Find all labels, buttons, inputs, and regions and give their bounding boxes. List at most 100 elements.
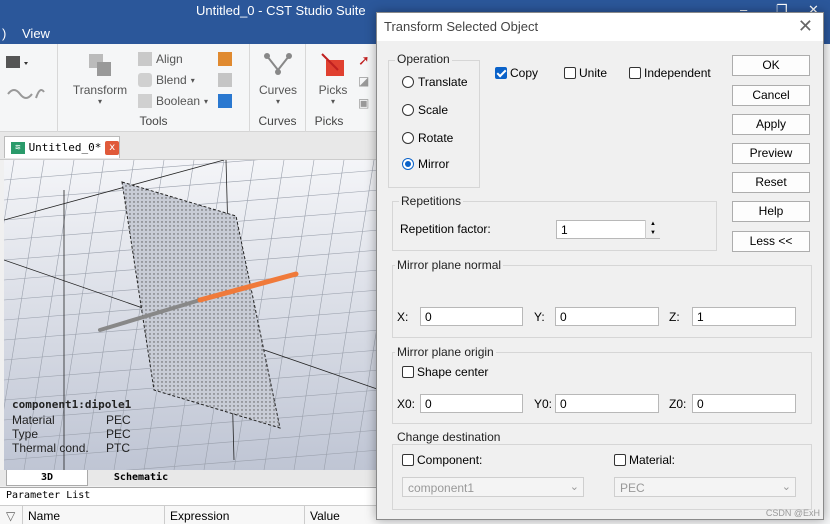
document-tab[interactable]: ≋ Untitled_0* x: [4, 136, 120, 158]
preview-button[interactable]: Preview: [732, 143, 810, 164]
ok-button[interactable]: OK: [732, 55, 810, 76]
app-title: Untitled_0 - CST Studio Suite: [196, 3, 366, 18]
boolean-button[interactable]: Boolean ▾: [138, 94, 208, 108]
dialog-close-icon[interactable]: ✕: [798, 16, 813, 37]
shape-tool-1-icon: [218, 52, 232, 66]
independent-checkbox-box[interactable]: [629, 67, 641, 79]
selection-component-name: component1:dipole1: [12, 398, 132, 411]
cancel-button[interactable]: Cancel: [732, 85, 810, 106]
radio-translate-circle[interactable]: [402, 76, 414, 88]
document-tab-close-icon[interactable]: x: [105, 140, 119, 155]
radio-scale[interactable]: Scale: [402, 103, 448, 117]
shape-tool-2[interactable]: [218, 73, 232, 90]
copy-checkbox-box[interactable]: [495, 67, 507, 79]
unite-checkbox[interactable]: Unite: [564, 66, 607, 80]
shape-tool-3[interactable]: [218, 94, 232, 111]
radio-translate[interactable]: Translate: [402, 75, 468, 89]
normal-z-field[interactable]: 1: [692, 307, 796, 326]
column-name[interactable]: Name: [28, 509, 60, 523]
unite-label: Unite: [579, 66, 608, 80]
component-checkbox-box[interactable]: [402, 454, 414, 466]
ribbon-partial-icon[interactable]: [6, 54, 28, 72]
origin-x0-label: X0:: [397, 397, 416, 411]
boolean-icon: [138, 94, 152, 108]
curves-button[interactable]: Curves ▾: [254, 50, 302, 106]
radio-scale-label: Scale: [418, 103, 449, 117]
repetition-factor-spinner[interactable]: ▲ ▼: [645, 220, 660, 239]
pick-edge-icon[interactable]: ◪: [358, 74, 369, 88]
3d-viewport[interactable]: component1:dipole1 Material PEC Type PEC…: [4, 160, 380, 470]
tab-3d[interactable]: 3D: [6, 470, 88, 486]
independent-checkbox[interactable]: Independent: [629, 66, 711, 80]
origin-y0-value: 0: [560, 397, 567, 411]
normal-y-label: Y:: [534, 310, 545, 324]
pick-point-icon[interactable]: ➚: [358, 52, 370, 69]
ribbon-group-partial: [0, 44, 58, 132]
origin-z0-field[interactable]: 0: [692, 394, 796, 413]
radio-rotate-label: Rotate: [418, 131, 454, 145]
ribbon-group-picks: Picks ▾ ➚ ◪ ▣ Picks: [306, 44, 380, 132]
radio-mirror-circle[interactable]: [402, 158, 414, 170]
watermark: CSDN @ExH: [765, 508, 820, 518]
less-button[interactable]: Less <<: [732, 231, 810, 252]
column-value[interactable]: Value: [310, 509, 340, 523]
component-select-value: component1: [408, 481, 475, 495]
help-button[interactable]: Help: [732, 201, 810, 222]
column-expression[interactable]: Expression: [170, 509, 229, 523]
material-select[interactable]: PEC ⌄: [614, 477, 796, 497]
origin-z0-label: Z0:: [669, 397, 687, 411]
unite-checkbox-box[interactable]: [564, 67, 576, 79]
project-icon: ≋: [11, 141, 25, 154]
shape-center-checkbox-box[interactable]: [402, 366, 414, 378]
spin-down-icon[interactable]: ▼: [646, 229, 660, 238]
radio-rotate-circle[interactable]: [402, 132, 414, 144]
picks-icon: [321, 53, 344, 76]
normal-x-field[interactable]: 0: [420, 307, 523, 326]
origin-y0-label: Y0:: [534, 397, 553, 411]
radio-scale-circle[interactable]: [402, 104, 414, 116]
material-checkbox[interactable]: Material:: [614, 453, 675, 467]
chevron-down-icon: ⌄: [781, 481, 791, 493]
normal-y-field[interactable]: 0: [555, 307, 659, 326]
radio-translate-label: Translate: [418, 75, 468, 89]
material-checkbox-box[interactable]: [614, 454, 626, 466]
info-value: PTC: [106, 441, 130, 455]
picks-button[interactable]: Picks ▾: [310, 50, 356, 106]
shape-center-checkbox[interactable]: Shape center: [402, 365, 488, 379]
menu-item-truncated[interactable]: ): [2, 26, 6, 41]
normal-z-label: Z:: [669, 310, 680, 324]
transform-dialog: Transform Selected Object ✕ Operation Tr…: [376, 12, 824, 520]
curve-tool-icon[interactable]: [6, 84, 46, 102]
component-label: Component:: [417, 453, 483, 467]
document-tab-strip: ≋ Untitled_0* x: [0, 132, 380, 160]
spin-up-icon[interactable]: ▲: [646, 220, 660, 229]
shape-tool-3-icon: [218, 94, 232, 108]
transform-button[interactable]: Transform ▾: [68, 50, 132, 106]
blend-button[interactable]: Blend ▾: [138, 73, 195, 87]
origin-y0-field[interactable]: 0: [555, 394, 659, 413]
filter-icon[interactable]: ▽: [6, 509, 15, 523]
component-checkbox[interactable]: Component:: [402, 453, 482, 467]
tab-schematic[interactable]: Schematic: [96, 470, 186, 486]
document-tab-label: Untitled_0*: [28, 141, 102, 154]
component-select[interactable]: component1 ⌄: [402, 477, 584, 497]
copy-checkbox[interactable]: Copy: [495, 66, 538, 80]
origin-x0-field[interactable]: 0: [420, 394, 523, 413]
apply-button[interactable]: Apply: [732, 114, 810, 135]
curves-dropdown-icon: ▾: [275, 97, 280, 106]
info-row-type: Type PEC: [12, 427, 131, 441]
radio-rotate[interactable]: Rotate: [402, 131, 453, 145]
normal-x-label: X:: [397, 310, 409, 324]
align-button[interactable]: Align: [138, 52, 183, 66]
menu-item-view[interactable]: View: [22, 26, 50, 41]
pick-face-icon[interactable]: ▣: [358, 96, 369, 110]
info-row-thermal: Thermal cond. PTC: [12, 441, 131, 455]
radio-mirror[interactable]: Mirror: [402, 157, 449, 171]
picks-group-label: Picks: [314, 114, 344, 128]
mirror-origin-group: [392, 352, 812, 424]
reset-button[interactable]: Reset: [732, 172, 810, 193]
info-value: PEC: [106, 427, 131, 441]
material-label: Material:: [629, 453, 676, 467]
shape-tool-1[interactable]: [218, 52, 232, 69]
repetition-factor-value: 1: [561, 223, 568, 237]
